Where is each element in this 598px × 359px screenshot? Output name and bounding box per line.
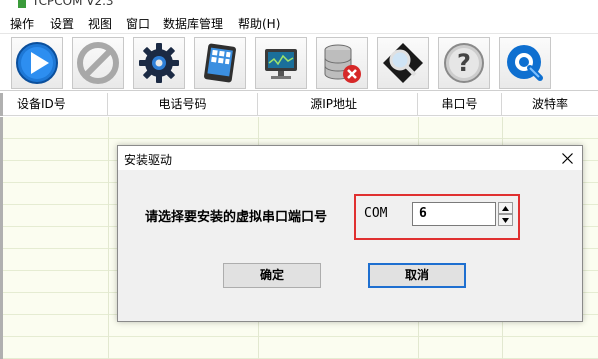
column-serial-port[interactable]: 串口号 — [418, 93, 502, 116]
stop-button[interactable] — [72, 37, 124, 89]
toolbar: ? — [0, 33, 598, 91]
start-button[interactable] — [11, 37, 63, 89]
monitor-icon — [265, 49, 297, 79]
settings-button[interactable] — [133, 37, 185, 89]
cancel-button[interactable]: 取消 — [368, 263, 466, 288]
device-button[interactable] — [194, 37, 246, 89]
menu-window[interactable]: 窗口 — [126, 15, 150, 32]
spin-down-button[interactable] — [498, 214, 513, 226]
column-phone-number[interactable]: 电话号码 — [108, 93, 258, 116]
svg-text:?: ? — [457, 49, 471, 77]
dialog-title: 安装驱动 — [124, 153, 173, 167]
menu-view[interactable]: 视图 — [88, 15, 112, 32]
column-device-id[interactable]: 设备ID号 — [0, 93, 108, 116]
menu-help[interactable]: 帮助(H) — [238, 15, 280, 32]
window-title: TCPCOM V2.3 — [32, 0, 114, 8]
column-source-ip[interactable]: 源IP地址 — [258, 93, 418, 116]
help-icon: ? — [444, 43, 484, 83]
quicktime-button[interactable] — [499, 37, 551, 89]
close-icon — [561, 152, 573, 164]
arrow-down-icon — [502, 217, 509, 223]
column-baud-rate[interactable]: 波特率 — [502, 93, 598, 116]
spin-up-button[interactable] — [498, 202, 513, 214]
monitor-button[interactable] — [255, 37, 307, 89]
dialog-close-button[interactable] — [552, 146, 582, 170]
menu-settings[interactable]: 设置 — [50, 15, 74, 32]
gear-icon — [139, 43, 179, 83]
menu-bar: 操作 设置 视图 窗口 数据库管理 帮助(H) — [0, 12, 598, 33]
ok-button[interactable]: 确定 — [223, 263, 321, 288]
port-prompt-label: 请选择要安装的虚拟串口端口号 — [145, 210, 328, 225]
quicktime-icon — [507, 45, 543, 81]
stop-icon — [77, 42, 119, 84]
menu-database[interactable]: 数据库管理 — [163, 15, 223, 32]
database-delete-icon — [324, 44, 361, 83]
search-button[interactable] — [377, 37, 429, 89]
port-number-input[interactable]: 6 — [412, 202, 496, 226]
menu-operate[interactable]: 操作 — [10, 15, 34, 32]
port-spinner — [498, 202, 513, 226]
window-titlebar: TCPCOM V2.3 — [0, 0, 598, 12]
com-prefix-label: COM — [364, 206, 388, 221]
device-icon — [204, 43, 236, 83]
arrow-up-icon — [502, 205, 509, 211]
search-icon — [383, 43, 423, 83]
play-icon — [16, 42, 58, 84]
help-button[interactable]: ? — [438, 37, 490, 89]
dialog-titlebar: 安装驱动 — [118, 146, 582, 170]
install-driver-dialog: 安装驱动 请选择要安装的虚拟串口端口号 COM 6 确定 取消 — [117, 145, 583, 322]
table-header: 设备ID号 电话号码 源IP地址 串口号 波特率 — [0, 93, 598, 116]
app-icon — [18, 0, 26, 8]
database-delete-button[interactable] — [316, 37, 368, 89]
